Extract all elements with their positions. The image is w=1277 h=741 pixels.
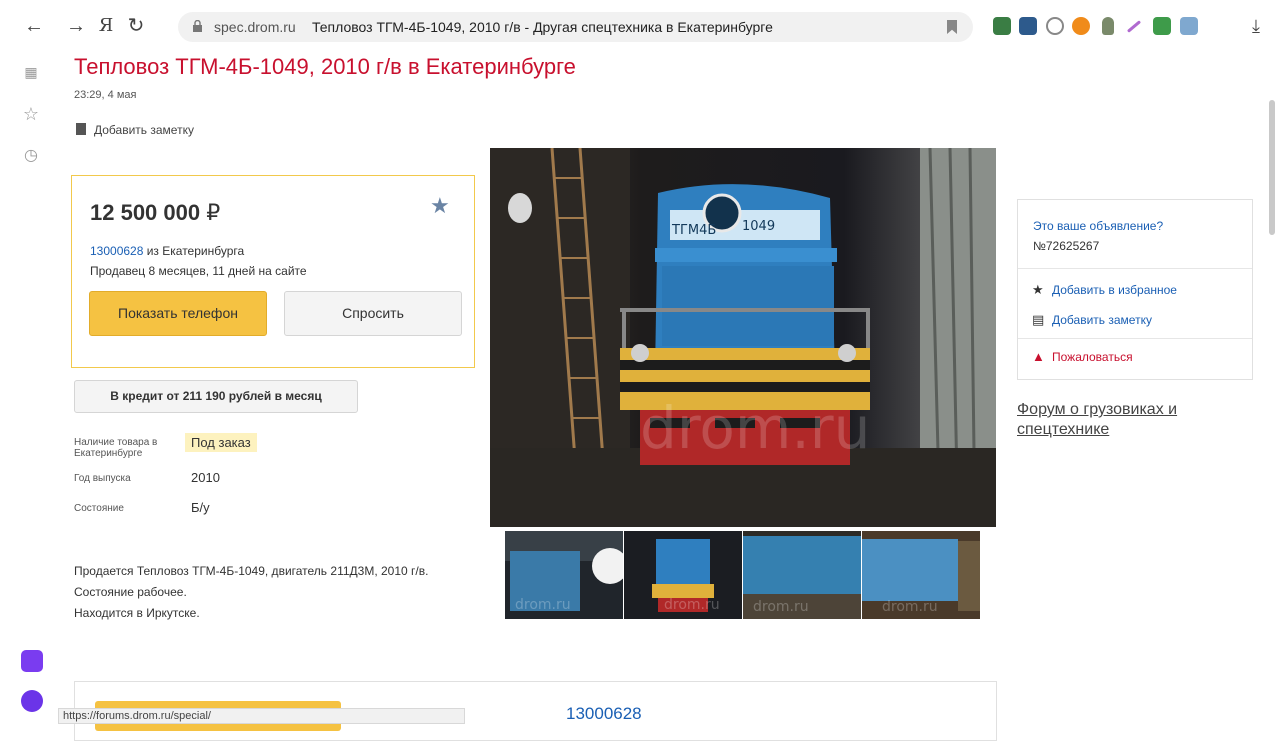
listing-date: 23:29, 4 мая	[74, 89, 137, 101]
extension-icon-4[interactable]	[1072, 17, 1090, 35]
forward-icon[interactable]: →	[64, 14, 88, 38]
warning-icon: ▲	[1032, 349, 1045, 364]
seller-card-id[interactable]: 13000628	[566, 704, 642, 724]
extension-icon-8[interactable]	[1180, 17, 1198, 35]
star-icon: ★	[1032, 282, 1044, 297]
history-clock-icon[interactable]: ◷	[21, 146, 41, 166]
thumb-watermark: drom.ru	[753, 599, 809, 615]
extension-icon-5[interactable]	[1102, 17, 1114, 35]
divider	[1018, 338, 1252, 339]
description-line: Состояние рабочее.	[74, 585, 187, 599]
extension-icon-1[interactable]	[993, 17, 1011, 35]
extension-icon-2[interactable]	[1019, 17, 1037, 35]
spec-year-value: 2010	[191, 470, 220, 485]
add-note-side-link[interactable]: ▤ Добавить заметку	[1032, 312, 1152, 328]
add-favorite-label: Добавить в избранное	[1052, 283, 1177, 297]
thumbnail[interactable]: drom.ru	[743, 531, 861, 619]
loco-plate-right: 1049	[742, 219, 775, 234]
extension-icon-3[interactable]	[1046, 17, 1064, 35]
add-note-side-label: Добавить заметку	[1052, 313, 1152, 327]
seller-age: Продавец 8 месяцев, 11 дней на сайте	[90, 264, 307, 278]
availability-badge: Под заказ	[185, 433, 257, 452]
credit-button[interactable]: В кредит от 211 190 рублей в месяц	[74, 380, 358, 413]
favorite-star-icon[interactable]: ★	[430, 193, 450, 219]
extension-icon-6[interactable]	[1126, 20, 1142, 33]
browser-toolbar: ← → Я ↻ spec.drom.ru Тепловоз ТГМ-4Б-104…	[0, 0, 1277, 52]
spec-condition-label: Состояние	[74, 503, 124, 514]
thumb-watermark: drom.ru	[664, 597, 720, 613]
seller-city: из Екатеринбурга	[143, 244, 245, 258]
seller-id-link[interactable]: 13000628	[90, 244, 143, 258]
seller-line: 13000628 из Екатеринбурга	[90, 244, 244, 258]
divider	[1018, 268, 1252, 269]
url-domain: spec.drom.ru	[214, 19, 296, 35]
thumbnail[interactable]: drom.ru	[862, 531, 980, 619]
currency: ₽	[206, 200, 221, 225]
your-listing-link[interactable]: Это ваше объявление?	[1033, 219, 1163, 233]
address-bar[interactable]: spec.drom.ru Тепловоз ТГМ-4Б-1049, 2010 …	[178, 12, 973, 42]
reload-icon[interactable]: ↻	[124, 14, 148, 38]
thumbnail[interactable]: drom.ru	[505, 531, 623, 619]
note-icon	[76, 123, 86, 135]
download-icon[interactable]: ⤓	[1244, 14, 1268, 38]
complain-label: Пожаловаться	[1052, 350, 1133, 364]
url-page-title: Тепловоз ТГМ-4Б-1049, 2010 г/в - Другая …	[312, 19, 773, 35]
alice-app-icon[interactable]	[21, 650, 43, 672]
extension-icon-7[interactable]	[1153, 17, 1171, 35]
description-line: Находится в Иркутске.	[74, 606, 200, 620]
owner-actions-box: Это ваше объявление? №72625267 ★ Добавить…	[1017, 199, 1253, 380]
thumb-watermark: drom.ru	[882, 599, 938, 615]
price-value: 12 500 000	[90, 200, 201, 225]
forum-link[interactable]: Форум о грузовиках и спецтехнике	[1017, 400, 1237, 440]
bookmark-icon[interactable]	[947, 20, 957, 34]
price: 12 500 000 ₽	[90, 200, 220, 226]
spec-year-label: Год выпуска	[74, 473, 131, 484]
spec-condition-value: Б/у	[191, 500, 210, 515]
thumbnail[interactable]: drom.ru	[624, 531, 742, 619]
page-title: Тепловоз ТГМ-4Б-1049, 2010 г/в в Екатери…	[74, 54, 576, 79]
spec-availability-label: Наличие товара в Екатеринбурге	[74, 437, 158, 459]
complain-link[interactable]: ▲ Пожаловаться	[1032, 349, 1133, 364]
add-note-link[interactable]: Добавить заметку	[76, 123, 194, 137]
ask-button[interactable]: Спросить	[284, 291, 462, 336]
add-note-label: Добавить заметку	[94, 123, 194, 137]
thumb-watermark: drom.ru	[515, 597, 571, 613]
alice-assistant-icon[interactable]	[21, 690, 43, 712]
loco-plate-left: ТГМ4Б	[671, 223, 716, 238]
show-phone-button[interactable]: Показать телефон	[89, 291, 267, 336]
price-box: 12 500 000 ₽ ★ 13000628 из Екатеринбурга…	[71, 175, 475, 368]
back-icon[interactable]: ←	[22, 14, 46, 38]
note-icon: ▤	[1032, 312, 1045, 327]
add-favorite-link[interactable]: ★ Добавить в избранное	[1032, 282, 1177, 298]
description-line: Продается Тепловоз ТГМ-4Б-1049, двигател…	[74, 564, 429, 578]
lock-icon	[193, 20, 202, 32]
status-bar-url: https://forums.drom.ru/special/	[58, 708, 465, 724]
listing-number: №72625267	[1033, 239, 1100, 253]
yandex-home-button[interactable]: Я	[94, 14, 118, 38]
star-outline-icon[interactable]: ☆	[21, 104, 41, 124]
apps-grid-icon[interactable]: ▦	[21, 62, 41, 82]
main-photo[interactable]: ТГМ4Б 1049 drom.ru	[490, 148, 996, 527]
description: Продается Тепловоз ТГМ-4Б-1049, двигател…	[74, 561, 469, 624]
scrollbar[interactable]	[1269, 100, 1275, 235]
photo-watermark: drom.ru	[640, 394, 870, 462]
browser-sidebar: ▦ ☆ ◷	[0, 52, 62, 724]
